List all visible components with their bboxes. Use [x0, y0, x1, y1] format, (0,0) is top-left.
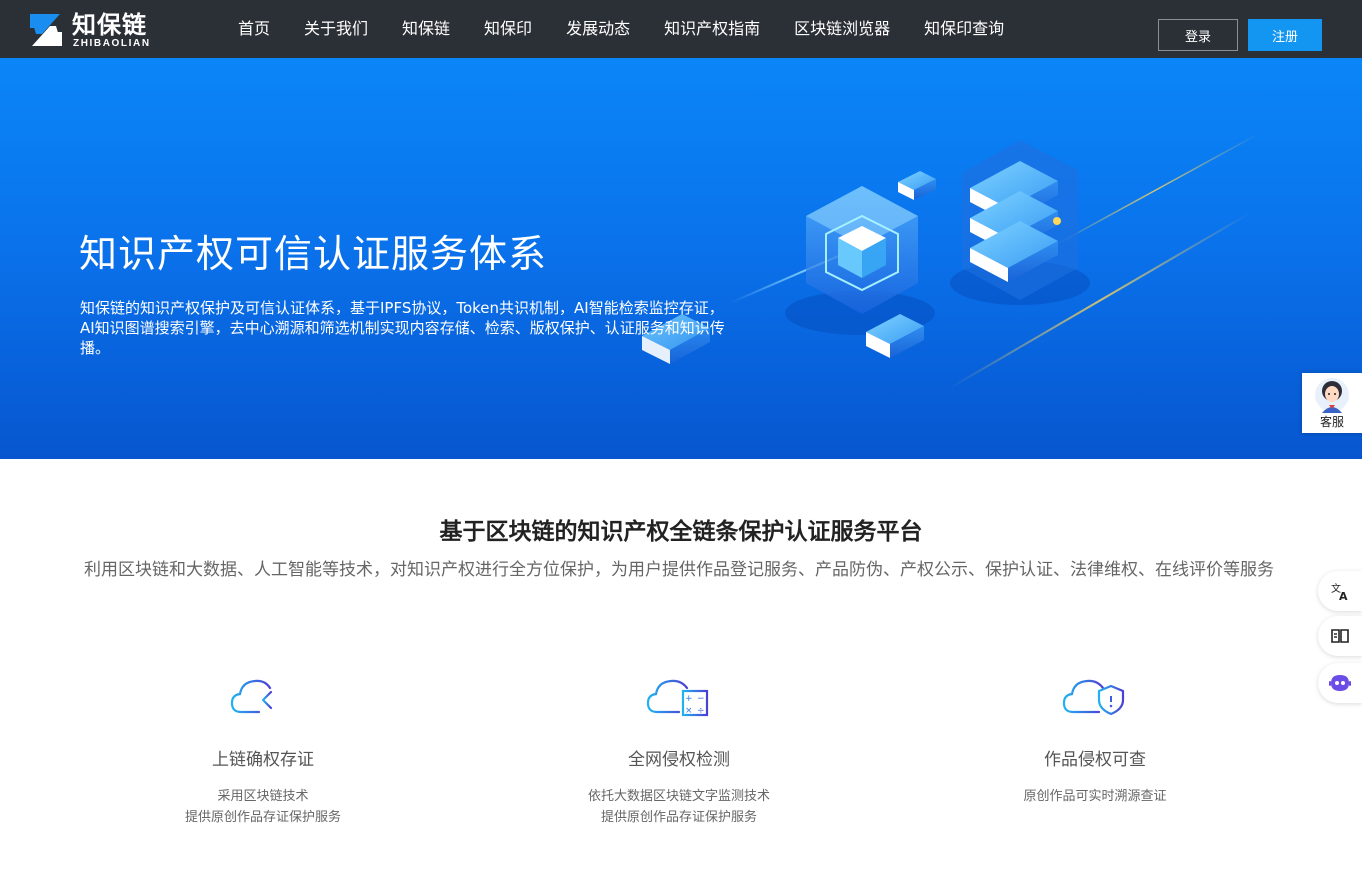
logo-mark-icon [30, 14, 62, 46]
section-title: 基于区块链的知识产权全链条保护认证服务平台 [439, 519, 923, 545]
svg-text:÷: ÷ [697, 706, 705, 716]
register-button[interactable]: 注册 [1248, 19, 1322, 51]
hero-description: 知保链的知识产权保护及可信认证体系，基于IPFS协议，Token共识机制，AI智… [80, 299, 725, 357]
logo-name: 知保链 [72, 11, 147, 39]
svg-text:−: − [697, 694, 705, 704]
main-nav: 首页 关于我们 知保链 知保印 发展动态 知识产权指南 区块链浏览器 知保印查询 [238, 0, 1038, 58]
reader-icon [1331, 629, 1349, 643]
feature-description-line: 提供原创作品存证保护服务 [600, 810, 757, 825]
reader-button[interactable] [1318, 616, 1362, 656]
nav-item-news[interactable]: 发展动态 [566, 0, 630, 58]
feature-card-detection: + − × ÷ 全网侵权检测 依托大数据区块链文字监测技术 提供原创作品存证保护… [519, 672, 839, 828]
nav-item-zhibaoyin[interactable]: 知保印 [484, 0, 532, 58]
feature-description: 原创作品可实时溯源查证 [935, 786, 1255, 807]
nav-item-about[interactable]: 关于我们 [304, 0, 368, 58]
feature-card-onchain: 上链确权存证 采用区块链技术 提供原创作品存证保护服务 [103, 672, 423, 828]
site-logo[interactable]: 知保链 ZHIBAOLIAN [26, 10, 166, 52]
svg-text:×: × [685, 706, 693, 716]
cloud-upload-icon [230, 679, 293, 714]
customer-service-label: 客服 [1319, 415, 1344, 429]
assistant-icon [1329, 675, 1351, 691]
feature-card-traceable: 作品侵权可查 原创作品可实时溯源查证 [935, 672, 1255, 807]
nav-item-ip-guide[interactable]: 知识产权指南 [664, 0, 760, 58]
feature-description-line: 原创作品可实时溯源查证 [1023, 789, 1167, 804]
hero-title: 知识产权可信认证服务体系 [79, 232, 548, 276]
nav-item-blockchain-explorer[interactable]: 区块链浏览器 [794, 0, 890, 58]
cloud-calculator-icon: + − × ÷ [646, 679, 709, 717]
customer-service-tab[interactable]: 客服 [1302, 373, 1362, 433]
feature-description: 依托大数据区块链文字监测技术 提供原创作品存证保护服务 [519, 786, 839, 828]
nav-item-home[interactable]: 首页 [238, 0, 270, 58]
customer-service-avatar-icon [1315, 378, 1349, 413]
assistant-button[interactable] [1318, 663, 1362, 703]
feature-description: 采用区块链技术 提供原创作品存证保护服务 [103, 786, 423, 828]
feature-title: 全网侵权检测 [628, 750, 730, 770]
feature-description-line: 提供原创作品存证保护服务 [184, 810, 341, 825]
translate-button[interactable]: 文 A [1318, 571, 1362, 611]
feature-title: 上链确权存证 [212, 750, 314, 770]
feature-description-line: 依托大数据区块链文字监测技术 [587, 789, 770, 804]
nav-item-zhibaoyin-query[interactable]: 知保印查询 [924, 0, 1004, 58]
cloud-shield-icon [1062, 679, 1125, 716]
svg-text:A: A [1339, 590, 1348, 601]
feature-description-line: 采用区块链技术 [217, 789, 309, 804]
logo-subtitle: ZHIBAOLIAN [73, 38, 151, 49]
section-description: 利用区块链和大数据、人工智能等技术，对知识产权进行全方位保护，为用户提供作品登记… [84, 560, 1274, 580]
translate-icon: 文 A [1331, 582, 1348, 601]
top-navbar: 知保链 ZHIBAOLIAN 首页 关于我们 知保链 知保印 发展动态 知识产权… [0, 0, 1362, 58]
login-button[interactable]: 登录 [1158, 19, 1238, 51]
svg-text:+: + [685, 694, 693, 704]
feature-title: 作品侵权可查 [1044, 750, 1146, 770]
hero-banner: 知识产权可信认证服务体系 知保链的知识产权保护及可信认证体系，基于IPFS协议，… [0, 58, 1362, 459]
nav-item-zhibaolian[interactable]: 知保链 [402, 0, 450, 58]
